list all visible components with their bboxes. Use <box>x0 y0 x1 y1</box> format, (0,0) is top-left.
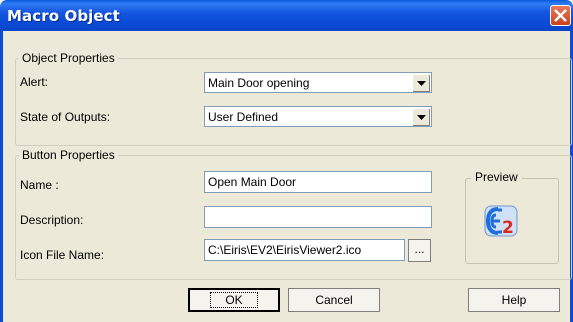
outputs-dropdown-button[interactable] <box>412 108 430 126</box>
outputs-value: User Defined <box>208 110 279 124</box>
help-label: Help <box>501 293 527 307</box>
ok-label: OK <box>210 292 258 308</box>
window-title: Macro Object <box>7 7 120 25</box>
icon-file-field[interactable]: C:\Eiris\EV2\EirisViewer2.ico <box>204 239 405 261</box>
dialog-client: Object Properties Alert: Main Door openi… <box>0 31 573 322</box>
chevron-down-icon <box>417 81 426 86</box>
button-properties-label: Button Properties <box>19 148 118 162</box>
preview-label: Preview <box>471 170 522 184</box>
svg-text:2: 2 <box>502 218 514 237</box>
cancel-button[interactable]: Cancel <box>288 288 380 312</box>
alert-dropdown-button[interactable] <box>412 74 430 92</box>
icon-file-label: Icon File Name: <box>20 248 105 262</box>
name-value: Open Main Door <box>208 175 297 189</box>
alert-dropdown[interactable]: Main Door opening <box>204 72 432 93</box>
browse-button[interactable]: ... <box>408 239 431 262</box>
name-label: Name : <box>20 178 59 192</box>
help-button[interactable]: Help <box>468 288 560 312</box>
browse-label: ... <box>414 242 425 256</box>
name-field[interactable]: Open Main Door <box>204 171 432 193</box>
macro-object-dialog: Macro Object Object Properties Alert: Ma… <box>0 0 573 322</box>
description-label: Description: <box>20 213 84 227</box>
description-field[interactable] <box>204 206 432 228</box>
chevron-down-icon <box>417 115 426 120</box>
ok-button[interactable]: OK <box>188 288 280 312</box>
alert-label: Alert: <box>20 75 49 89</box>
outputs-label: State of Outputs: <box>20 110 111 124</box>
eiris-viewer-icon: 2 <box>484 205 518 237</box>
icon-file-value: C:\Eiris\EV2\EirisViewer2.ico <box>208 243 362 257</box>
close-icon <box>554 9 567 22</box>
alert-value: Main Door opening <box>208 76 310 90</box>
outputs-dropdown[interactable]: User Defined <box>204 106 432 127</box>
title-bar[interactable]: Macro Object <box>0 0 573 31</box>
close-button[interactable] <box>550 5 571 26</box>
object-properties-label: Object Properties <box>19 51 118 65</box>
cancel-label: Cancel <box>315 293 353 307</box>
